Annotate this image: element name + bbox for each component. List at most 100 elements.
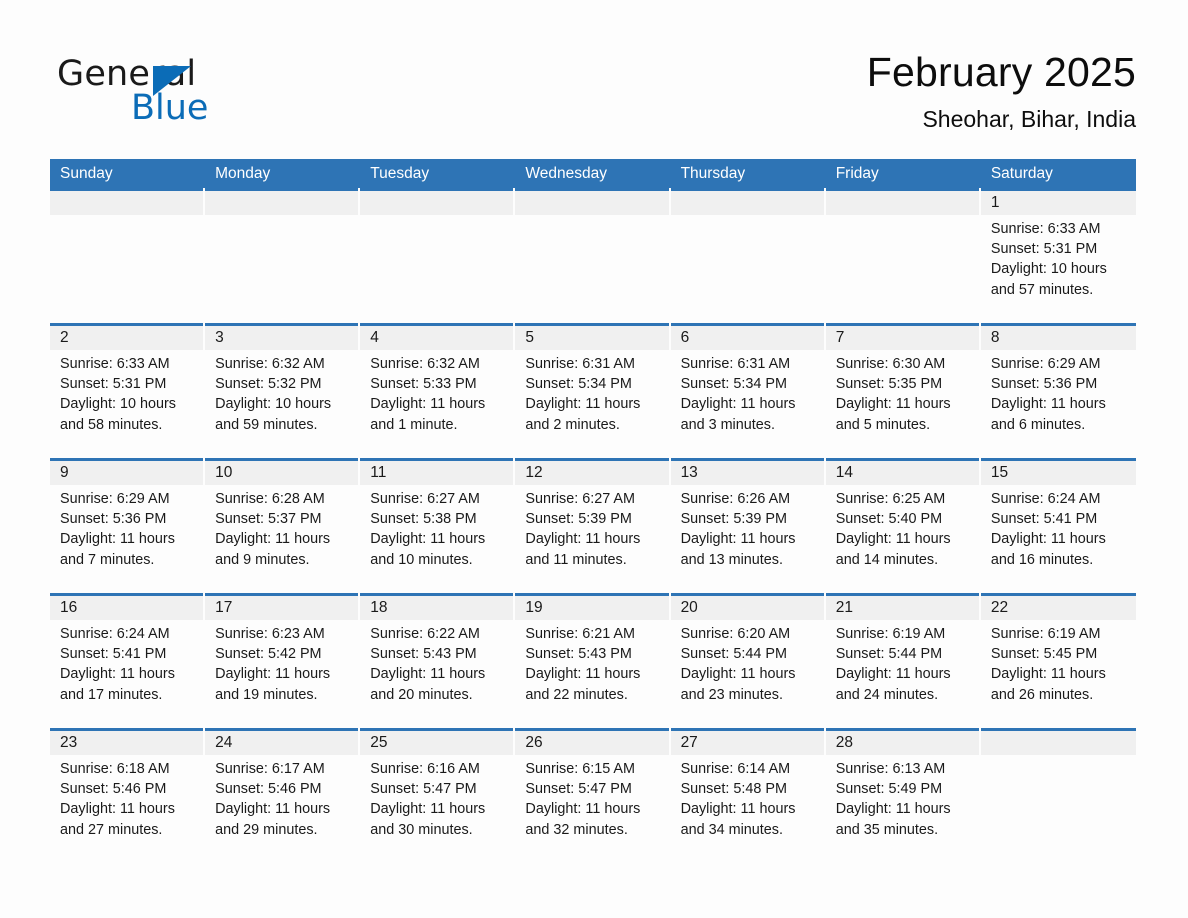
- day-cell[interactable]: 1 Sunrise: 6:33 AM Sunset: 5:31 PM Daylight…: [980, 188, 1136, 323]
- day-info: Sunrise: 6:32 AM Sunset: 5:33 PM Daylight:…: [370, 354, 507, 435]
- cell-date-strip: [670, 191, 824, 215]
- day-number: 24: [215, 734, 233, 751]
- cell-date-strip: [360, 326, 514, 350]
- day-number: 4: [370, 329, 379, 346]
- day-cell[interactable]: 13 Sunrise: 6:26 AM Sunset: 5:39 PM Dayligh…: [670, 458, 826, 593]
- day-cell[interactable]: 23 Sunrise: 6:18 AM Sunset: 5:46 PM Dayligh…: [50, 728, 206, 863]
- page-title: February 2025: [866, 49, 1136, 95]
- weekday-sunday: Sunday: [60, 165, 113, 182]
- day-info: Sunrise: 6:30 AM Sunset: 5:35 PM Daylight:…: [836, 354, 973, 435]
- daylight-text: Daylight: 11 hours and 14 minutes.: [835, 531, 951, 568]
- cell-date-strip: [980, 191, 1136, 215]
- day-cell[interactable]: 9 Sunrise: 6:29 AM Sunset: 5:36 PM Daylight…: [50, 458, 206, 593]
- sunrise-text: Sunrise: 6:13 AM: [835, 761, 946, 777]
- sunrise-text: Sunrise: 6:24 AM: [60, 626, 170, 642]
- day-cell[interactable]: 21 Sunrise: 6:19 AM Sunset: 5:44 PM Dayligh…: [825, 593, 981, 728]
- week-row: 9 Sunrise: 6:29 AM Sunset: 5:36 PM Daylight…: [50, 458, 1136, 593]
- day-cell[interactable]: [515, 188, 671, 323]
- day-info: Sunrise: 6:26 AM Sunset: 5:39 PM Daylight:…: [681, 489, 818, 570]
- daylight-text: Daylight: 11 hours and 35 minutes.: [835, 801, 951, 838]
- sunrise-text: Sunrise: 6:26 AM: [680, 491, 791, 507]
- day-cell[interactable]: [205, 188, 361, 323]
- day-cell[interactable]: [670, 188, 826, 323]
- daylight-text: Daylight: 11 hours and 11 minutes.: [525, 531, 641, 568]
- day-cell[interactable]: 12 Sunrise: 6:27 AM Sunset: 5:39 PM Dayligh…: [515, 458, 671, 593]
- title-block: February 2025 Sheohar, Bihar, India: [866, 49, 1136, 134]
- day-cell[interactable]: 10 Sunrise: 6:28 AM Sunset: 5:37 PM Dayligh…: [205, 458, 361, 593]
- day-cell[interactable]: 28 Sunrise: 6:13 AM Sunset: 5:49 PM Dayligh…: [825, 728, 981, 863]
- day-info: Sunrise: 6:29 AM Sunset: 5:36 PM Daylight:…: [60, 489, 197, 570]
- day-cell[interactable]: 2 Sunrise: 6:33 AM Sunset: 5:31 PM Daylight…: [50, 323, 206, 458]
- day-cell[interactable]: 3 Sunrise: 6:32 AM Sunset: 5:32 PM Daylight…: [205, 323, 361, 458]
- day-cell[interactable]: 6 Sunrise: 6:31 AM Sunset: 5:34 PM Daylight…: [670, 323, 826, 458]
- weekday-saturday: Saturday: [990, 165, 1053, 182]
- day-cell[interactable]: 7 Sunrise: 6:30 AM Sunset: 5:35 PM Daylight…: [825, 323, 981, 458]
- sunset-text: Sunset: 5:39 PM: [680, 511, 787, 528]
- day-cell[interactable]: [360, 188, 516, 323]
- sunrise-text: Sunrise: 6:25 AM: [835, 491, 946, 507]
- sunrise-text: Sunrise: 6:31 AM: [525, 356, 636, 372]
- day-cell[interactable]: 20 Sunrise: 6:20 AM Sunset: 5:44 PM Dayligh…: [670, 593, 826, 728]
- sunset-text: Sunset: 5:42 PM: [215, 646, 322, 663]
- sunrise-text: Sunrise: 6:30 AM: [835, 356, 946, 372]
- day-info: Sunrise: 6:27 AM Sunset: 5:38 PM Daylight:…: [370, 489, 507, 570]
- page-subtitle: Sheohar, Bihar, India: [922, 105, 1136, 132]
- sunset-text: Sunset: 5:46 PM: [215, 781, 322, 798]
- day-cell[interactable]: 5 Sunrise: 6:31 AM Sunset: 5:34 PM Daylight…: [515, 323, 671, 458]
- day-number: 16: [60, 599, 78, 616]
- day-number: 12: [525, 464, 543, 481]
- daylight-text: Daylight: 11 hours and 27 minutes.: [60, 801, 175, 838]
- day-cell[interactable]: 26 Sunrise: 6:15 AM Sunset: 5:47 PM Dayligh…: [515, 728, 671, 863]
- day-number: 8: [990, 329, 1000, 346]
- day-info: Sunrise: 6:21 AM Sunset: 5:43 PM Daylight:…: [525, 624, 662, 705]
- day-cell[interactable]: 15 Sunrise: 6:24 AM Sunset: 5:41 PM Dayligh…: [980, 458, 1136, 593]
- general-blue-logo[interactable]: General Blue: [57, 57, 317, 137]
- day-number: 23: [60, 734, 78, 751]
- sunset-text: Sunset: 5:43 PM: [370, 646, 477, 663]
- day-info: Sunrise: 6:29 AM Sunset: 5:36 PM Daylight:…: [991, 354, 1128, 435]
- day-info: Sunrise: 6:31 AM Sunset: 5:34 PM Daylight:…: [525, 354, 662, 435]
- cell-date-strip: [205, 326, 359, 350]
- day-info: Sunrise: 6:32 AM Sunset: 5:32 PM Daylight:…: [215, 354, 352, 435]
- day-info: Sunrise: 6:18 AM Sunset: 5:46 PM Daylight:…: [60, 759, 197, 840]
- sunset-text: Sunset: 5:47 PM: [370, 781, 477, 798]
- day-info: Sunrise: 6:19 AM Sunset: 5:44 PM Daylight:…: [836, 624, 973, 705]
- day-cell[interactable]: 17 Sunrise: 6:23 AM Sunset: 5:42 PM Dayligh…: [205, 593, 361, 728]
- cell-date-strip: [360, 191, 514, 215]
- day-number: 9: [60, 464, 69, 481]
- daylight-text: Daylight: 11 hours and 26 minutes.: [990, 666, 1106, 703]
- day-info: Sunrise: 6:31 AM Sunset: 5:34 PM Daylight:…: [681, 354, 818, 435]
- day-number: 21: [835, 599, 853, 616]
- day-cell[interactable]: 24 Sunrise: 6:17 AM Sunset: 5:46 PM Dayligh…: [205, 728, 361, 863]
- day-cell[interactable]: 16 Sunrise: 6:24 AM Sunset: 5:41 PM Dayligh…: [50, 593, 206, 728]
- day-cell[interactable]: 25 Sunrise: 6:16 AM Sunset: 5:47 PM Dayligh…: [360, 728, 516, 863]
- day-cell[interactable]: 22 Sunrise: 6:19 AM Sunset: 5:45 PM Dayligh…: [980, 593, 1136, 728]
- daylight-text: Daylight: 11 hours and 22 minutes.: [525, 666, 641, 703]
- day-info: Sunrise: 6:22 AM Sunset: 5:43 PM Daylight:…: [370, 624, 507, 705]
- sunrise-text: Sunrise: 6:15 AM: [525, 761, 636, 777]
- day-number: 5: [525, 329, 535, 346]
- day-cell[interactable]: [50, 188, 206, 323]
- day-cell[interactable]: 8 Sunrise: 6:29 AM Sunset: 5:36 PM Daylight…: [980, 323, 1136, 458]
- sunrise-text: Sunrise: 6:28 AM: [215, 491, 325, 507]
- weekday-monday: Monday: [215, 165, 271, 182]
- day-cell[interactable]: 27 Sunrise: 6:14 AM Sunset: 5:48 PM Dayligh…: [670, 728, 826, 863]
- day-cell[interactable]: 18 Sunrise: 6:22 AM Sunset: 5:43 PM Dayligh…: [360, 593, 516, 728]
- sunrise-text: Sunrise: 6:19 AM: [835, 626, 946, 642]
- day-number: 7: [835, 329, 845, 346]
- day-info: Sunrise: 6:33 AM Sunset: 5:31 PM Daylight:…: [991, 219, 1128, 300]
- day-info: Sunrise: 6:23 AM Sunset: 5:42 PM Daylight:…: [215, 624, 352, 705]
- day-number: 25: [370, 734, 388, 751]
- sunset-text: Sunset: 5:37 PM: [215, 511, 322, 528]
- daylight-text: Daylight: 11 hours and 10 minutes.: [370, 531, 486, 568]
- day-cell[interactable]: 14 Sunrise: 6:25 AM Sunset: 5:40 PM Dayligh…: [825, 458, 981, 593]
- day-cell[interactable]: 19 Sunrise: 6:21 AM Sunset: 5:43 PM Dayligh…: [515, 593, 671, 728]
- weekday-header-row: Sunday Monday Tuesday Wednesday Thursday…: [50, 159, 1136, 188]
- day-cell[interactable]: [825, 188, 981, 323]
- cell-date-strip: [670, 326, 824, 350]
- sunrise-text: Sunrise: 6:20 AM: [680, 626, 791, 642]
- day-cell[interactable]: [980, 728, 1136, 863]
- day-cell[interactable]: 11 Sunrise: 6:27 AM Sunset: 5:38 PM Dayligh…: [360, 458, 516, 593]
- day-cell[interactable]: 4 Sunrise: 6:32 AM Sunset: 5:33 PM Daylight…: [360, 323, 516, 458]
- sunrise-text: Sunrise: 6:17 AM: [215, 761, 325, 777]
